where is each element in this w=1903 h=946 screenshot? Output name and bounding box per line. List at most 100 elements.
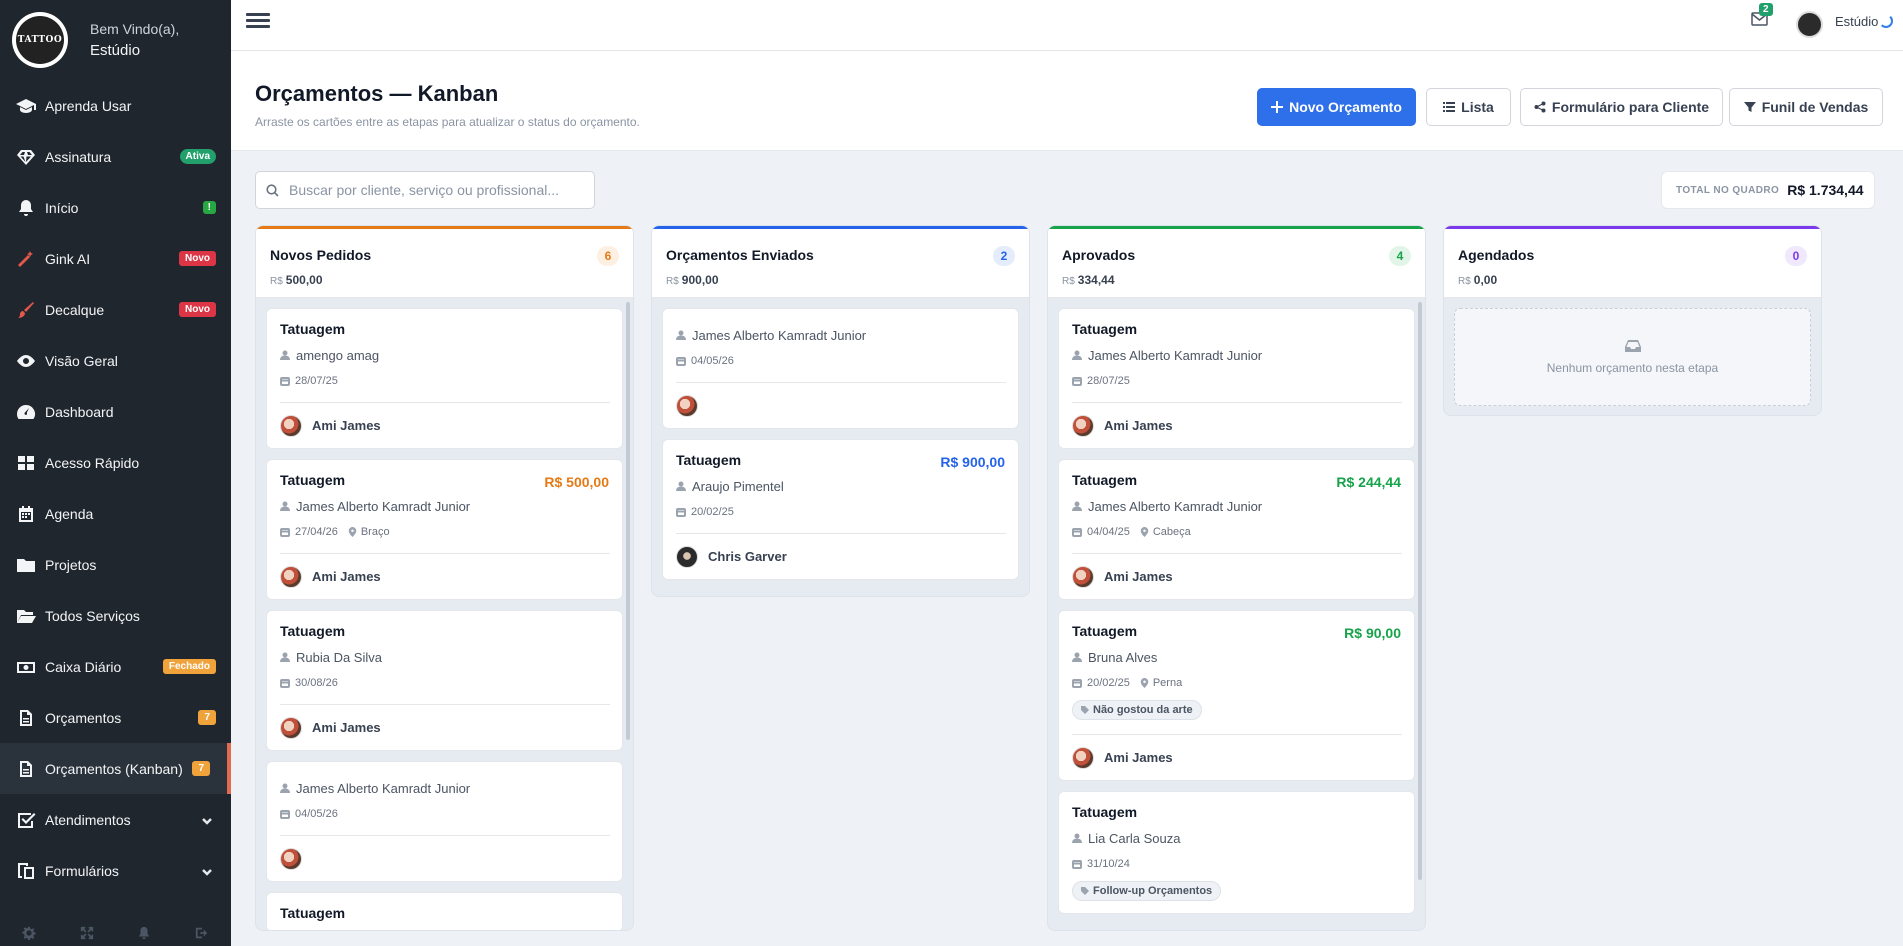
column-scrollbar[interactable] bbox=[1418, 302, 1422, 880]
card-footer: Ami James bbox=[1072, 734, 1402, 769]
status-badge: Fechado bbox=[162, 659, 216, 674]
card-title: Tatuagem bbox=[280, 623, 346, 639]
card-title: Tatuagem bbox=[280, 905, 346, 921]
artist-avatar bbox=[1072, 746, 1094, 769]
calendar-icon bbox=[280, 377, 290, 386]
search-icon bbox=[266, 183, 279, 197]
column-total-value: 500,00 bbox=[285, 273, 323, 287]
card-client: James Alberto Kamradt Junior bbox=[280, 498, 610, 514]
sidebar-item-formularios[interactable]: Formulários bbox=[0, 845, 231, 896]
sidebar-item-todos-servicos[interactable]: Todos Serviços bbox=[0, 590, 231, 641]
sidebar-item-inicio[interactable]: Início ! bbox=[0, 182, 231, 233]
budget-card[interactable]: Tatuagem amengo amag 28/07/25 Ami James bbox=[266, 308, 623, 449]
artist-avatar bbox=[1072, 565, 1094, 588]
sidebar-item-aprenda-usar[interactable]: Aprenda Usar bbox=[0, 80, 231, 131]
budget-card[interactable]: Tatuagem R$ 500,00 James Alberto Kamradt… bbox=[266, 459, 623, 600]
artist-name: Ami James bbox=[312, 720, 381, 735]
column-body: Tatuagem amengo amag 28/07/25 Ami James … bbox=[256, 298, 633, 930]
brush-icon bbox=[14, 300, 38, 320]
card-footer bbox=[676, 382, 1006, 417]
user-icon bbox=[1072, 652, 1082, 662]
budget-card[interactable]: Tatuagem R$ 244,44 James Alberto Kamradt… bbox=[1058, 459, 1415, 600]
date-value: 30/08/26 bbox=[295, 677, 338, 689]
client-name: James Alberto Kamradt Junior bbox=[296, 780, 471, 796]
card-date: 04/05/26 bbox=[280, 807, 610, 821]
user-name[interactable]: Estúdio bbox=[1835, 14, 1878, 29]
budget-card[interactable]: Tatuagem Lia Carla Souza 31/10/24 Follow… bbox=[1058, 791, 1415, 914]
sidebar-item-label: Início bbox=[45, 199, 79, 216]
tag-label: Não gostou da arte bbox=[1093, 704, 1193, 716]
card-location: Braço bbox=[348, 526, 390, 538]
sidebar-item-label: Dashboard bbox=[45, 403, 114, 420]
budget-card[interactable]: Tatuagem R$ 90,00 Bruna Alves 20/02/25 P… bbox=[1058, 610, 1415, 781]
budget-card[interactable]: James Alberto Kamradt Junior 04/05/26 bbox=[266, 761, 623, 882]
search-input[interactable] bbox=[289, 182, 579, 198]
board-total-value: R$ 1.734,44 bbox=[1787, 182, 1864, 198]
search-box[interactable] bbox=[255, 171, 595, 209]
inbox-icon bbox=[1624, 340, 1641, 352]
card-tag[interactable]: Follow-up Orçamentos bbox=[1072, 881, 1222, 901]
logout-icon[interactable] bbox=[194, 925, 210, 941]
artist-name: Ami James bbox=[1104, 750, 1173, 765]
sidebar-item-gink-ai[interactable]: Gink AI Novo bbox=[0, 233, 231, 284]
card-date: 20/02/25 Perna bbox=[1072, 676, 1402, 690]
sidebar-item-orcamentos[interactable]: Orçamentos 7 bbox=[0, 692, 231, 743]
sidebar-item-visao-geral[interactable]: Visão Geral bbox=[0, 335, 231, 386]
column-count-badge: 2 bbox=[993, 246, 1015, 266]
settings-icon[interactable] bbox=[21, 925, 37, 941]
sidebar-item-agenda[interactable]: Agenda bbox=[0, 488, 231, 539]
artist-name: Ami James bbox=[312, 418, 381, 433]
card-location: Cabeça bbox=[1140, 526, 1191, 538]
column-header: Orçamentos Enviados 2 R$ 900,00 bbox=[652, 226, 1029, 298]
date-value: 04/04/25 bbox=[1087, 526, 1130, 538]
graduation-cap-icon bbox=[14, 96, 38, 116]
bell-icon[interactable] bbox=[136, 925, 152, 941]
card-footer: Ami James bbox=[280, 402, 610, 437]
column-title: Agendados bbox=[1458, 247, 1535, 263]
new-budget-button[interactable]: Novo Orçamento bbox=[1257, 88, 1416, 126]
sidebar: TATTOO Bem Vindo(a), Estúdio Aprenda Usa… bbox=[0, 0, 231, 946]
sidebar-item-acesso-rapido[interactable]: Acesso Rápido bbox=[0, 437, 231, 488]
sidebar-item-orcamentos-kanban[interactable]: Orçamentos (Kanban) 7 bbox=[0, 743, 231, 794]
sidebar-item-caixa-diario[interactable]: Caixa Diário Fechado bbox=[0, 641, 231, 692]
card-tag[interactable]: Não gostou da arte bbox=[1072, 700, 1202, 720]
budget-card[interactable]: Tatuagem James Alberto Kamradt Junior 28… bbox=[1058, 308, 1415, 449]
sidebar-item-dashboard[interactable]: Dashboard bbox=[0, 386, 231, 437]
menu-toggle-icon[interactable] bbox=[246, 10, 270, 34]
budget-card[interactable]: James Alberto Kamradt Junior 04/05/26 bbox=[662, 308, 1019, 429]
page-header: Orçamentos — Kanban Arraste os cartões e… bbox=[231, 51, 1903, 151]
card-footer: Ami James bbox=[1072, 402, 1402, 437]
map-pin-icon bbox=[1140, 678, 1149, 688]
topbar: 2 Estúdio bbox=[231, 0, 1903, 51]
sidebar-item-projetos[interactable]: Projetos bbox=[0, 539, 231, 590]
sidebar-item-atendimentos[interactable]: Atendimentos bbox=[0, 794, 231, 845]
date-value: 28/07/25 bbox=[1087, 375, 1130, 387]
column-total-value: 334,44 bbox=[1077, 273, 1115, 287]
client-name: Araujo Pimentel bbox=[692, 478, 784, 494]
artist-name: Ami James bbox=[1104, 418, 1173, 433]
calendar-icon bbox=[280, 528, 290, 537]
user-icon bbox=[1072, 501, 1082, 511]
currency-label: R$ bbox=[1062, 276, 1075, 287]
user-avatar[interactable] bbox=[1796, 11, 1823, 38]
sidebar-item-assinatura[interactable]: Assinatura Ativa bbox=[0, 131, 231, 182]
chevron-down-icon[interactable] bbox=[201, 865, 213, 877]
client-form-button[interactable]: Formulário para Cliente bbox=[1520, 88, 1723, 126]
card-value: R$ 900,00 bbox=[940, 454, 1005, 470]
chevron-down-icon[interactable] bbox=[201, 814, 213, 826]
budget-card[interactable]: Tatuagem Rubia Da Silva 30/08/26 Ami Jam… bbox=[266, 610, 623, 751]
client-name: James Alberto Kamradt Junior bbox=[296, 498, 471, 514]
sidebar-item-decalque[interactable]: Decalque Novo bbox=[0, 284, 231, 335]
budget-card[interactable]: Tatuagem bbox=[266, 892, 623, 930]
column-count-badge: 4 bbox=[1389, 246, 1411, 266]
calendar-icon bbox=[14, 504, 38, 524]
list-view-button[interactable]: Lista bbox=[1426, 88, 1511, 126]
money-icon bbox=[14, 657, 38, 677]
fullscreen-icon[interactable] bbox=[79, 925, 95, 941]
studio-logo[interactable]: TATTOO bbox=[12, 12, 68, 68]
sales-funnel-button[interactable]: Funil de Vendas bbox=[1729, 88, 1883, 126]
file-icon bbox=[14, 708, 38, 728]
new-badge: Novo bbox=[179, 302, 216, 317]
column-scrollbar[interactable] bbox=[626, 302, 630, 740]
budget-card[interactable]: Tatuagem R$ 900,00 Araujo Pimentel 20/02… bbox=[662, 439, 1019, 580]
